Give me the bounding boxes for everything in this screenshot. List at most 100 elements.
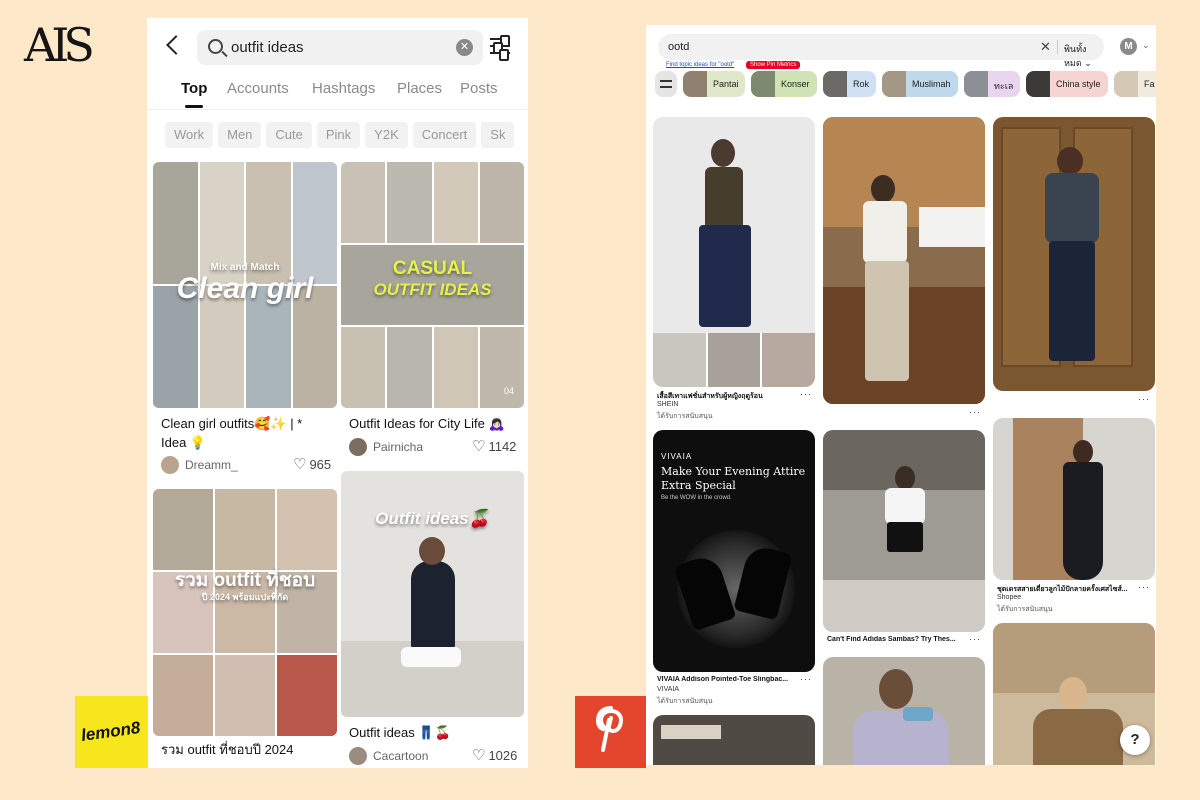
filter-chip[interactable] [655,71,677,97]
pinterest-logo [575,696,646,768]
tab-accounts[interactable]: Accounts [227,80,289,97]
lemon8-screen: outfit ideas ✕ Top Accounts Hashtags Pla… [147,18,528,768]
overlay-subtitle: ปี 2024 พร้อมแปะพิกัด [201,592,289,602]
chip-men[interactable]: Men [218,122,262,148]
like-count[interactable]: ♡ 1026 [472,748,517,763]
chip-y2k[interactable]: Y2K [365,122,408,148]
post-image: Outfit ideas🍒 [341,471,524,717]
page-indicator: 04 [503,386,514,396]
ad-headline: Make Your Evening Attire Extra Special [661,465,806,492]
ais-logo: AIS [24,18,95,72]
search-input[interactable]: outfit ideas ✕ [197,30,483,65]
sponsored-label: ได้รับการสนับสนุน [657,413,713,420]
chip-konser[interactable]: Konser [751,71,817,97]
show-pin-metrics-button[interactable]: Show Pin Metrics [746,61,801,69]
post-title: Clean girl outfits🥰✨ | * Idea 💡 [161,416,303,450]
pin-source: SHEIN [657,401,679,408]
more-icon[interactable]: ··· [1138,582,1150,592]
pin-image[interactable] [653,715,815,765]
ad-pin-image[interactable]: VIVAIA Make Your Evening Attire Extra Sp… [653,430,815,672]
more-icon[interactable]: ··· [800,674,812,684]
overlay-title: Outfit ideas🍒 [375,509,490,528]
topic-ideas-link[interactable]: Find topic ideas for "ootd" [666,62,734,68]
like-count[interactable]: ♡ 965 [293,457,331,472]
chevron-down-icon[interactable]: ⌄ [1142,40,1150,51]
post-title: รวม outfit ที่ชอบปี 2024 [161,742,294,757]
filter-sliders-icon [660,80,672,82]
avatar[interactable]: M [1120,38,1137,55]
pin-title: VIVAIA Addison Pointed-Toe Slingbac... [657,676,789,683]
pin-image[interactable] [993,418,1155,580]
tab-posts[interactable]: Posts [460,80,498,97]
pin-source: Shopee [997,594,1022,601]
heart-icon: ♡ [472,747,486,764]
post-author[interactable]: Cacartoon [349,747,428,765]
post-image: CASUAL OUTFIT IDEAS 04 [341,162,524,408]
tab-places[interactable]: Places [397,80,442,97]
pin-image[interactable] [823,117,985,404]
post-card[interactable]: Mix and Match Clean girl Clean girl outf… [153,162,337,482]
tab-top[interactable]: Top [181,80,207,108]
post-author[interactable]: Pairnicha [349,438,423,456]
more-icon[interactable]: ··· [800,389,812,399]
more-icon[interactable]: ··· [1138,394,1150,404]
chip-thale[interactable]: ทะเล [964,71,1020,97]
chip-pink[interactable]: Pink [316,122,361,148]
pinterest-p-icon [595,706,626,752]
pin-image[interactable] [993,117,1155,391]
chip-pantai[interactable]: Pantai [683,71,745,97]
avatar [349,747,367,765]
sponsored-label: ได้รับการสนับสนุน [997,606,1053,613]
overlay-title: Clean girl [176,272,314,305]
search-query: ootd [668,41,690,53]
like-count[interactable]: ♡ 1142 [472,439,516,454]
ad-tagline: Be the WOW in the crowd. [661,495,732,501]
post-title: Outfit Ideas for City Life 🙇🏻‍♀️ [349,416,505,431]
clear-icon[interactable]: ✕ [1040,39,1051,55]
chip-fa[interactable]: Fa [1114,71,1156,97]
tab-hashtags[interactable]: Hashtags [312,80,375,97]
pin-title: Can't Find Adidas Sambas? Try Thes... [827,636,956,643]
pin-image[interactable] [823,430,985,632]
heart-icon: ♡ [293,456,307,473]
post-image: รวม outfit ที่ชอบ ปี 2024 พร้อมแปะพิกัด [153,489,337,736]
chip-rok[interactable]: Rok [823,71,876,97]
chip-sk[interactable]: Sk [481,122,515,148]
ad-brand: VIVAIA [661,452,693,461]
pinterest-screen: ootd ✕ พินทั้งหมด ⌄ M ⌄ Find topic ideas… [646,25,1156,765]
filter-chips: Work Men Cute Pink Y2K Concert Sk [165,122,519,148]
post-card[interactable]: Outfit ideas🍒 Outfit ideas 👖🍒 Cacartoon … [341,471,524,768]
lemon8-logo: lemon8 [75,696,148,768]
clear-icon[interactable]: ✕ [456,39,473,56]
filter-sliders-icon[interactable] [490,35,510,61]
more-icon[interactable]: ··· [969,634,981,644]
back-arrow-icon[interactable] [166,35,186,55]
post-card[interactable]: รวม outfit ที่ชอบ ปี 2024 พร้อมแปะพิกัด … [153,489,337,768]
post-author[interactable]: Dreamm_ [161,456,238,474]
chip-work[interactable]: Work [165,122,214,148]
search-scope-dropdown[interactable]: พินทั้งหมด ⌄ [1064,42,1104,70]
search-input[interactable]: ootd ✕ พินทั้งหมด ⌄ [658,34,1104,68]
post-image: Mix and Match Clean girl [153,162,337,408]
divider [1057,40,1058,54]
post-title: Outfit ideas 👖🍒 [349,725,451,740]
search-icon [208,39,223,54]
chip-china-style[interactable]: China style [1026,71,1108,97]
overlay-title: OUTFIT IDEAS [373,280,492,299]
chip-cute[interactable]: Cute [266,122,312,148]
pin-source: VIVAIA [657,686,680,693]
avatar [349,438,367,456]
result-tabs: Top Accounts Hashtags Places Posts [147,80,528,110]
chip-concert[interactable]: Concert [412,122,477,148]
pin-image[interactable] [653,117,815,387]
heart-icon: ♡ [472,438,486,455]
avatar [161,456,179,474]
help-button[interactable]: ? [1120,725,1150,755]
post-card[interactable]: CASUAL OUTFIT IDEAS 04 Outfit Ideas for … [341,162,524,462]
sponsored-label: ได้รับการสนับสนุน [657,698,713,705]
chevron-down-icon: ⌄ [1084,58,1092,68]
more-icon[interactable]: ··· [969,407,981,417]
pin-image[interactable] [823,657,985,765]
chip-muslimah[interactable]: Muslimah [882,71,958,97]
lemon8-top-bar: outfit ideas ✕ [147,30,528,66]
